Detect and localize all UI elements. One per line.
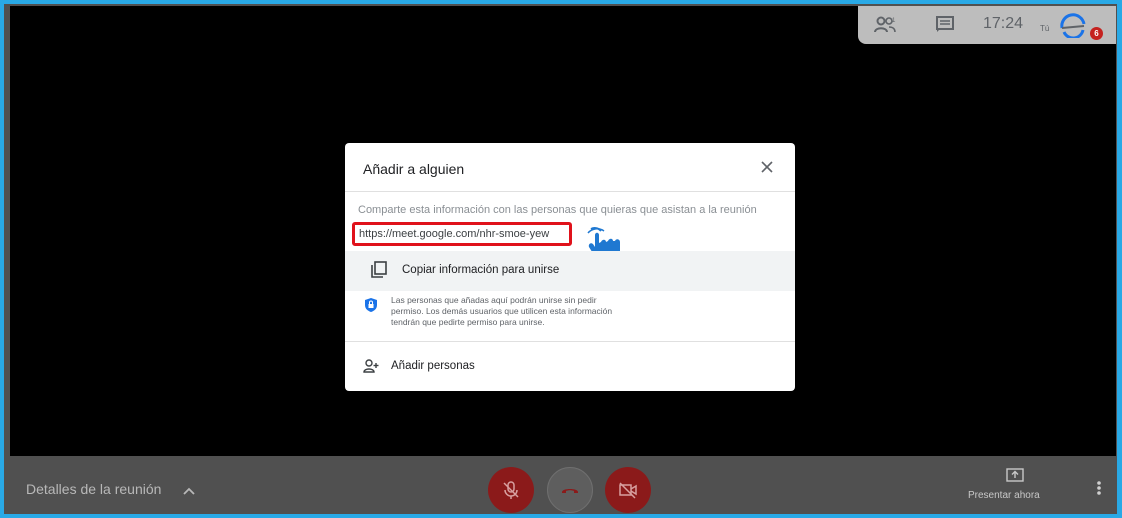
camera-off-icon bbox=[619, 482, 637, 499]
top-info-bar: 1 17:24 Tú 6 bbox=[858, 6, 1116, 44]
notification-badge: 6 bbox=[1090, 27, 1103, 40]
permission-note: Las personas que añadas aquí podrán unir… bbox=[391, 295, 691, 328]
add-people-label: Añadir personas bbox=[391, 360, 475, 372]
add-person-icon bbox=[363, 359, 379, 373]
permission-note-line: permiso. Los demás usuarios que utilicen… bbox=[391, 306, 613, 316]
copy-icon bbox=[370, 261, 388, 279]
more-options-icon[interactable] bbox=[1096, 480, 1102, 496]
dialog-title: Añadir a alguien bbox=[363, 161, 465, 177]
divider bbox=[345, 191, 795, 192]
permission-note-line: Las personas que añadas aquí podrán unir… bbox=[391, 295, 597, 305]
share-instructions: Comparte esta información con las person… bbox=[358, 204, 757, 216]
chat-icon[interactable] bbox=[936, 16, 954, 37]
hang-up-icon bbox=[562, 489, 578, 493]
meeting-details-button[interactable]: Detalles de la reunión bbox=[26, 481, 161, 497]
meeting-url[interactable]: https://meet.google.com/nhr-smoe-yew bbox=[352, 222, 572, 246]
microphone-toggle-button[interactable] bbox=[488, 467, 534, 513]
chevron-up-icon[interactable] bbox=[182, 483, 196, 495]
shield-lock-icon bbox=[364, 297, 378, 313]
screenshot-frame: 1 17:24 Tú 6 Añadir a alguien Comparte e… bbox=[0, 0, 1122, 518]
svg-text:1: 1 bbox=[892, 18, 896, 24]
self-label: Tú bbox=[1040, 24, 1050, 33]
camera-toggle-button[interactable] bbox=[605, 467, 651, 513]
mic-off-icon bbox=[503, 481, 519, 499]
avatar-icon[interactable] bbox=[1058, 12, 1088, 40]
hang-up-button[interactable] bbox=[547, 467, 593, 513]
people-icon[interactable]: 1 bbox=[874, 16, 896, 39]
clock-time: 17:24 bbox=[983, 15, 1024, 32]
video-stage: 1 17:24 Tú 6 Añadir a alguien Comparte e… bbox=[10, 6, 1116, 456]
present-screen-icon[interactable] bbox=[1006, 468, 1024, 484]
present-now-button[interactable]: Presentar ahora bbox=[968, 490, 1040, 501]
permission-note-line: tendrán que pedirte permiso para unirse. bbox=[391, 317, 545, 327]
add-people-button[interactable]: Añadir personas bbox=[345, 342, 795, 391]
close-icon[interactable] bbox=[757, 157, 777, 177]
bottom-control-bar: Detalles de la reunión Presentar ahora bbox=[10, 458, 1116, 514]
add-someone-dialog: Añadir a alguien Comparte esta informaci… bbox=[345, 143, 795, 391]
copy-join-info-button[interactable]: Copiar información para unirse bbox=[345, 251, 795, 291]
copy-join-info-label: Copiar información para unirse bbox=[402, 264, 560, 276]
